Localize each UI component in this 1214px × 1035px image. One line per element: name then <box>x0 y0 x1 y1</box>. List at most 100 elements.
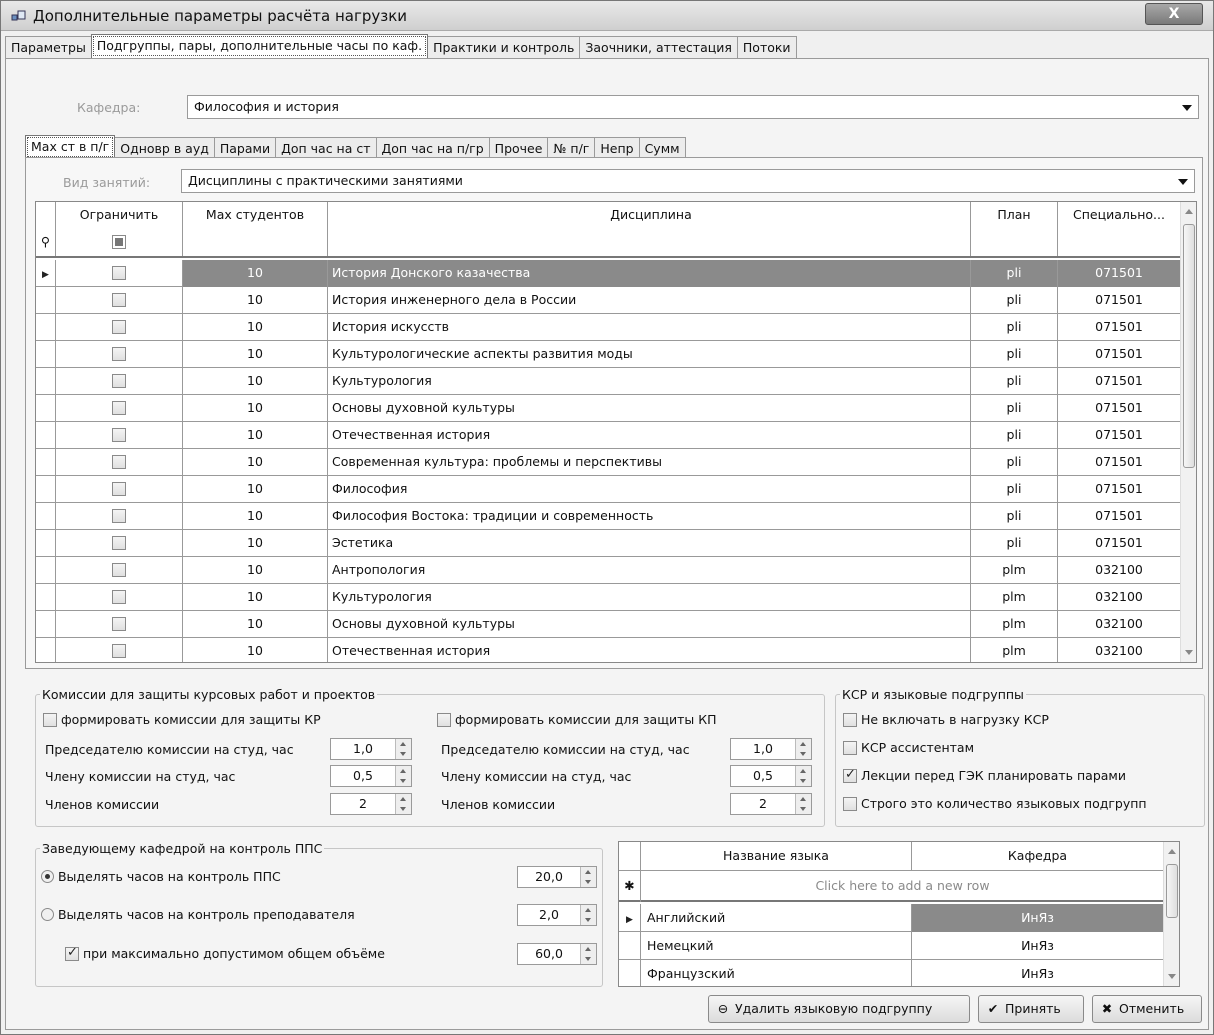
control-pps-stepper[interactable]: 20,0 <box>517 866 597 888</box>
tab-subgroup-number[interactable]: № п/г <box>547 137 596 159</box>
scroll-down-icon[interactable] <box>1168 974 1176 979</box>
plan-cell[interactable]: pli <box>971 530 1058 557</box>
max-students-cell[interactable]: 10 <box>183 611 328 638</box>
discipline-cell[interactable]: Антропология <box>328 557 971 584</box>
scroll-up-icon[interactable] <box>1168 849 1176 854</box>
max-volume-checkbox[interactable] <box>65 945 79 961</box>
ksr-option-checkbox[interactable] <box>843 796 857 811</box>
kr-checkbox[interactable] <box>43 712 57 727</box>
vid-select[interactable]: Дисциплины с практическими занятиями <box>181 169 1195 193</box>
kr-count-stepper[interactable]: 2 <box>330 793 412 815</box>
filter-checkbox[interactable] <box>112 234 126 249</box>
ksr-option-row[interactable]: Не включать в нагрузку КСР <box>843 712 1049 728</box>
scroll-thumb[interactable] <box>1166 864 1178 918</box>
max-students-cell[interactable]: 10 <box>183 287 328 314</box>
row-header[interactable] <box>36 314 56 341</box>
limit-checkbox-cell[interactable] <box>56 638 183 662</box>
table-row[interactable]: 10 Современная культура: проблемы и персп… <box>36 449 1181 476</box>
ksr-option-row[interactable]: Лекции перед ГЭК планировать парами <box>843 767 1126 784</box>
tab-sum[interactable]: Сумм <box>638 137 686 159</box>
table-row[interactable]: 10 Основы духовной культуры plm 032100 <box>36 611 1181 638</box>
max-students-cell[interactable]: 10 <box>183 530 328 557</box>
row-header[interactable] <box>36 341 56 368</box>
plan-cell[interactable]: pli <box>971 287 1058 314</box>
filter-checkbox-cell[interactable] <box>56 229 183 256</box>
scroll-thumb[interactable] <box>1183 224 1195 468</box>
tab-max-students[interactable]: Мах ст в п/г <box>25 135 116 159</box>
row-header[interactable]: ▶ <box>619 904 641 932</box>
limit-checkbox[interactable] <box>112 643 126 658</box>
filter-cell[interactable] <box>183 229 328 256</box>
row-header[interactable] <box>619 960 641 986</box>
ksr-option-row[interactable]: Строго это количество языковых подгрупп <box>843 796 1147 812</box>
max-students-cell[interactable]: 10 <box>183 584 328 611</box>
max-students-cell[interactable]: 10 <box>183 449 328 476</box>
row-header[interactable] <box>36 422 56 449</box>
table-row[interactable]: 10 Эстетика pli 071501 <box>36 530 1181 557</box>
filter-cell[interactable] <box>971 229 1058 256</box>
tab-parameters[interactable]: Параметры <box>5 36 92 58</box>
row-header[interactable] <box>36 395 56 422</box>
kr-checkbox-row[interactable]: формировать комиссии для защиты КР <box>43 712 321 728</box>
table-row[interactable]: 10 Культурологические аспекты развития мо… <box>36 341 1181 368</box>
limit-checkbox-cell[interactable] <box>56 260 183 287</box>
plan-cell[interactable]: pli <box>971 476 1058 503</box>
plan-cell[interactable]: pli <box>971 314 1058 341</box>
filter-cell[interactable] <box>1058 229 1181 256</box>
language-name-cell[interactable]: Немецкий <box>641 932 912 960</box>
tab-simultaneous[interactable]: Одновр в ауд <box>114 137 215 159</box>
tab-continuous[interactable]: Непр <box>594 137 640 159</box>
scroll-down-icon[interactable] <box>1185 650 1193 655</box>
tab-streams[interactable]: Потоки <box>736 36 797 58</box>
limit-checkbox[interactable] <box>112 346 126 361</box>
tab-practice[interactable]: Практики и контроль <box>427 36 581 58</box>
kp-checkbox-row[interactable]: формировать комиссии для защиты КП <box>437 712 716 728</box>
radio-control-teacher-row[interactable]: Выделять часов на контроль преподавателя <box>41 907 355 922</box>
max-students-cell[interactable]: 10 <box>183 260 328 287</box>
close-button[interactable]: X <box>1145 3 1203 25</box>
specialty-cell[interactable]: 071501 <box>1058 260 1181 287</box>
col-header-spec[interactable]: Специально... <box>1058 202 1181 229</box>
limit-checkbox-cell[interactable] <box>56 557 183 584</box>
max-students-cell[interactable]: 10 <box>183 476 328 503</box>
limit-checkbox-cell[interactable] <box>56 449 183 476</box>
specialty-cell[interactable]: 071501 <box>1058 476 1181 503</box>
ksr-option-checkbox[interactable] <box>843 767 857 783</box>
radio-control-pps[interactable] <box>41 870 54 883</box>
language-kafedra-cell[interactable]: ИнЯз <box>912 904 1164 932</box>
limit-checkbox-cell[interactable] <box>56 611 183 638</box>
row-header[interactable] <box>36 530 56 557</box>
max-students-cell[interactable]: 10 <box>183 368 328 395</box>
col-header-lang-kafedra[interactable]: Кафедра <box>912 842 1164 871</box>
discipline-cell[interactable]: Основы духовной культуры <box>328 611 971 638</box>
limit-checkbox[interactable] <box>112 292 126 307</box>
limit-checkbox[interactable] <box>112 400 126 415</box>
max-students-cell[interactable]: 10 <box>183 314 328 341</box>
table-row[interactable]: 10 Философия pli 071501 <box>36 476 1181 503</box>
discipline-cell[interactable]: История искусств <box>328 314 971 341</box>
language-name-cell[interactable]: Французский <box>641 960 912 986</box>
language-kafedra-cell[interactable]: ИнЯз <box>912 932 1164 960</box>
col-header-max[interactable]: Мах студентов <box>183 202 328 229</box>
table-row[interactable]: 10 Философия Востока: традиции и современ… <box>36 503 1181 530</box>
table-row[interactable]: ▶ Английский ИнЯз <box>619 904 1164 932</box>
radio-control-teacher[interactable] <box>41 908 54 921</box>
discipline-cell[interactable]: Основы духовной культуры <box>328 395 971 422</box>
row-header[interactable] <box>36 476 56 503</box>
control-teacher-stepper[interactable]: 2,0 <box>517 904 597 926</box>
limit-checkbox[interactable] <box>112 535 126 550</box>
limit-checkbox[interactable] <box>112 454 126 469</box>
limit-checkbox[interactable] <box>112 616 126 631</box>
discipline-cell[interactable]: Философия Востока: традиции и современно… <box>328 503 971 530</box>
specialty-cell[interactable]: 032100 <box>1058 638 1181 662</box>
row-header[interactable] <box>36 503 56 530</box>
specialty-cell[interactable]: 071501 <box>1058 287 1181 314</box>
limit-checkbox-cell[interactable] <box>56 368 183 395</box>
col-header-discipline[interactable]: Дисциплина <box>328 202 971 229</box>
row-header[interactable] <box>36 611 56 638</box>
row-header[interactable] <box>36 584 56 611</box>
new-row-hint[interactable]: Click here to add a new row <box>641 871 1164 901</box>
discipline-cell[interactable]: История Донского казачества <box>328 260 971 287</box>
table-row[interactable]: Французский ИнЯз <box>619 960 1164 986</box>
limit-checkbox-cell[interactable] <box>56 476 183 503</box>
